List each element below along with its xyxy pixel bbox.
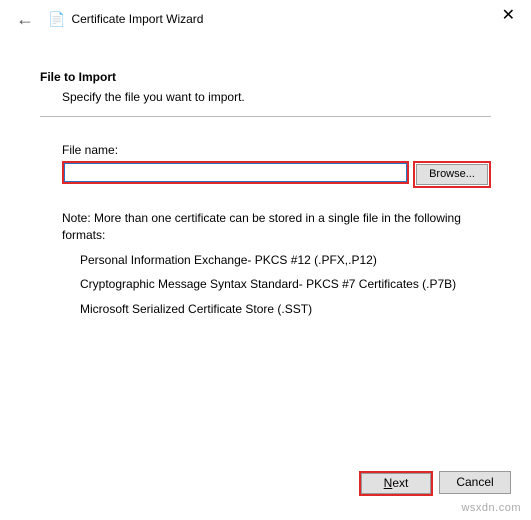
cancel-button[interactable]: Cancel [439,471,511,494]
back-arrow-icon[interactable]: ← [16,10,34,28]
browse-button[interactable]: Browse... [416,164,488,185]
browse-highlight: Browse... [413,161,491,188]
note-format-2: Cryptographic Message Syntax Standard- P… [62,276,491,293]
next-button[interactable]: Next [361,473,431,494]
next-highlight: Next [359,471,433,496]
titlebar: ← 📄 Certificate Import Wizard [0,0,531,34]
note-format-1: Personal Information Exchange- PKCS #12 … [62,252,491,269]
close-icon[interactable]: ✕ [502,8,515,24]
note-intro: Note: More than one certificate can be s… [62,210,491,244]
note-block: Note: More than one certificate can be s… [40,210,491,318]
file-row: Browse... [62,161,491,188]
note-format-3: Microsoft Serialized Certificate Store (… [62,301,491,318]
section-heading: File to Import [40,70,491,84]
watermark: wsxdn.com [461,502,521,514]
wizard-icon: 📄 [48,11,65,28]
section-sub: Specify the file you want to import. [40,90,491,116]
file-name-label: File name: [62,143,491,157]
footer-buttons: Next Cancel [359,471,511,496]
file-name-input[interactable] [62,161,409,184]
divider [40,116,491,117]
content-area: File to Import Specify the file you want… [0,34,531,318]
wizard-title: Certificate Import Wizard [71,12,203,26]
file-field-block: File name: Browse... [40,143,491,188]
